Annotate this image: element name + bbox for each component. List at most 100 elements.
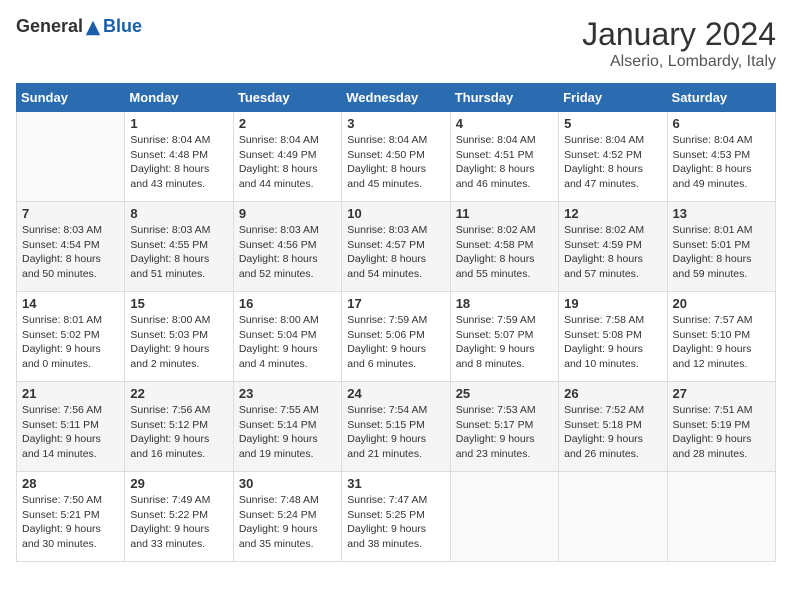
title-section: January 2024 Alserio, Lombardy, Italy [582,16,776,71]
calendar-cell: 8 Sunrise: 8:03 AMSunset: 4:55 PMDaylight… [125,202,233,292]
calendar-cell: 25 Sunrise: 7:53 AMSunset: 5:17 PMDayligh… [450,382,558,472]
calendar-cell: 21 Sunrise: 7:56 AMSunset: 5:11 PMDayligh… [17,382,125,472]
logo-icon [84,19,102,37]
day-info: Sunrise: 8:02 AMSunset: 4:59 PMDaylight:… [564,223,661,282]
day-info: Sunrise: 8:03 AMSunset: 4:55 PMDaylight:… [130,223,227,282]
day-number: 22 [130,386,227,401]
day-info: Sunrise: 8:04 AMSunset: 4:50 PMDaylight:… [347,133,444,192]
calendar-table: SundayMondayTuesdayWednesdayThursdayFrid… [16,83,776,562]
calendar-week-row: 7 Sunrise: 8:03 AMSunset: 4:54 PMDaylight… [17,202,776,292]
day-info: Sunrise: 7:51 AMSunset: 5:19 PMDaylight:… [673,403,770,462]
day-number: 27 [673,386,770,401]
day-info: Sunrise: 8:04 AMSunset: 4:53 PMDaylight:… [673,133,770,192]
weekday-header: Tuesday [233,84,341,112]
day-number: 10 [347,206,444,221]
day-number: 7 [22,206,119,221]
day-number: 12 [564,206,661,221]
day-number: 30 [239,476,336,491]
calendar-cell: 23 Sunrise: 7:55 AMSunset: 5:14 PMDayligh… [233,382,341,472]
logo-general: General [16,16,83,36]
logo-text: General Blue [16,16,142,37]
location-title: Alserio, Lombardy, Italy [582,53,776,71]
calendar-cell: 14Sunrise: 8:01 AMSunset: 5:02 PMDayligh… [17,292,125,382]
calendar-cell [667,472,775,562]
day-info: Sunrise: 7:59 AMSunset: 5:06 PMDaylight:… [347,313,444,372]
day-number: 4 [456,116,553,131]
day-number: 1 [130,116,227,131]
calendar-week-row: 28 Sunrise: 7:50 AMSunset: 5:21 PMDayligh… [17,472,776,562]
calendar-cell: 24 Sunrise: 7:54 AMSunset: 5:15 PMDayligh… [342,382,450,472]
day-number: 13 [673,206,770,221]
day-info: Sunrise: 7:49 AMSunset: 5:22 PMDaylight:… [130,493,227,552]
weekday-header: Friday [559,84,667,112]
day-number: 31 [347,476,444,491]
day-info: Sunrise: 7:57 AMSunset: 5:10 PMDaylight:… [673,313,770,372]
weekday-header: Sunday [17,84,125,112]
calendar-week-row: 1 Sunrise: 8:04 AMSunset: 4:48 PMDaylight… [17,112,776,202]
day-number: 9 [239,206,336,221]
day-info: Sunrise: 8:00 AMSunset: 5:04 PMDaylight:… [239,313,336,372]
day-number: 11 [456,206,553,221]
calendar-cell: 3Sunrise: 8:04 AMSunset: 4:50 PMDaylight… [342,112,450,202]
calendar-week-row: 14Sunrise: 8:01 AMSunset: 5:02 PMDayligh… [17,292,776,382]
weekday-header-row: SundayMondayTuesdayWednesdayThursdayFrid… [17,84,776,112]
day-number: 18 [456,296,553,311]
calendar-cell: 17 Sunrise: 7:59 AMSunset: 5:06 PMDayligh… [342,292,450,382]
day-info: Sunrise: 7:53 AMSunset: 5:17 PMDaylight:… [456,403,553,462]
calendar-cell: 31 Sunrise: 7:47 AMSunset: 5:25 PMDayligh… [342,472,450,562]
calendar-cell: 2 Sunrise: 8:04 AMSunset: 4:49 PMDaylight… [233,112,341,202]
calendar-cell: 20Sunrise: 7:57 AMSunset: 5:10 PMDayligh… [667,292,775,382]
day-number: 5 [564,116,661,131]
logo-blue: Blue [103,16,142,36]
day-info: Sunrise: 8:04 AMSunset: 4:52 PMDaylight:… [564,133,661,192]
calendar-week-row: 21 Sunrise: 7:56 AMSunset: 5:11 PMDayligh… [17,382,776,472]
day-info: Sunrise: 7:55 AMSunset: 5:14 PMDaylight:… [239,403,336,462]
calendar-cell: 26Sunrise: 7:52 AMSunset: 5:18 PMDayligh… [559,382,667,472]
calendar-cell: 4Sunrise: 8:04 AMSunset: 4:51 PMDaylight… [450,112,558,202]
day-number: 23 [239,386,336,401]
day-info: Sunrise: 7:56 AMSunset: 5:12 PMDaylight:… [130,403,227,462]
day-info: Sunrise: 7:48 AMSunset: 5:24 PMDaylight:… [239,493,336,552]
weekday-header: Wednesday [342,84,450,112]
day-number: 28 [22,476,119,491]
day-info: Sunrise: 8:03 AMSunset: 4:57 PMDaylight:… [347,223,444,282]
day-info: Sunrise: 7:58 AMSunset: 5:08 PMDaylight:… [564,313,661,372]
day-number: 2 [239,116,336,131]
month-title: January 2024 [582,16,776,53]
weekday-header: Thursday [450,84,558,112]
calendar-cell [17,112,125,202]
day-number: 15 [130,296,227,311]
calendar-cell: 29Sunrise: 7:49 AMSunset: 5:22 PMDayligh… [125,472,233,562]
calendar-cell: 19Sunrise: 7:58 AMSunset: 5:08 PMDayligh… [559,292,667,382]
calendar-cell: 15Sunrise: 8:00 AMSunset: 5:03 PMDayligh… [125,292,233,382]
calendar-cell: 13 Sunrise: 8:01 AMSunset: 5:01 PMDayligh… [667,202,775,292]
page-header: General Blue January 2024 Alserio, Lombar… [16,16,776,71]
day-info: Sunrise: 7:47 AMSunset: 5:25 PMDaylight:… [347,493,444,552]
logo: General Blue [16,16,142,37]
day-info: Sunrise: 8:04 AMSunset: 4:49 PMDaylight:… [239,133,336,192]
calendar-cell [559,472,667,562]
day-info: Sunrise: 8:01 AMSunset: 5:01 PMDaylight:… [673,223,770,282]
day-info: Sunrise: 8:03 AMSunset: 4:54 PMDaylight:… [22,223,119,282]
calendar-cell: 10 Sunrise: 8:03 AMSunset: 4:57 PMDayligh… [342,202,450,292]
day-info: Sunrise: 7:54 AMSunset: 5:15 PMDaylight:… [347,403,444,462]
calendar-cell: 5 Sunrise: 8:04 AMSunset: 4:52 PMDaylight… [559,112,667,202]
day-info: Sunrise: 8:03 AMSunset: 4:56 PMDaylight:… [239,223,336,282]
day-info: Sunrise: 7:56 AMSunset: 5:11 PMDaylight:… [22,403,119,462]
day-number: 21 [22,386,119,401]
calendar-cell: 6Sunrise: 8:04 AMSunset: 4:53 PMDaylight… [667,112,775,202]
day-number: 8 [130,206,227,221]
day-number: 25 [456,386,553,401]
day-info: Sunrise: 8:01 AMSunset: 5:02 PMDaylight:… [22,313,119,372]
day-info: Sunrise: 8:04 AMSunset: 4:48 PMDaylight:… [130,133,227,192]
day-info: Sunrise: 7:50 AMSunset: 5:21 PMDaylight:… [22,493,119,552]
day-info: Sunrise: 8:02 AMSunset: 4:58 PMDaylight:… [456,223,553,282]
day-number: 24 [347,386,444,401]
calendar-cell: 11 Sunrise: 8:02 AMSunset: 4:58 PMDayligh… [450,202,558,292]
day-number: 26 [564,386,661,401]
calendar-cell: 9 Sunrise: 8:03 AMSunset: 4:56 PMDaylight… [233,202,341,292]
weekday-header: Saturday [667,84,775,112]
day-info: Sunrise: 7:59 AMSunset: 5:07 PMDaylight:… [456,313,553,372]
calendar-cell: 27 Sunrise: 7:51 AMSunset: 5:19 PMDayligh… [667,382,775,472]
day-number: 17 [347,296,444,311]
